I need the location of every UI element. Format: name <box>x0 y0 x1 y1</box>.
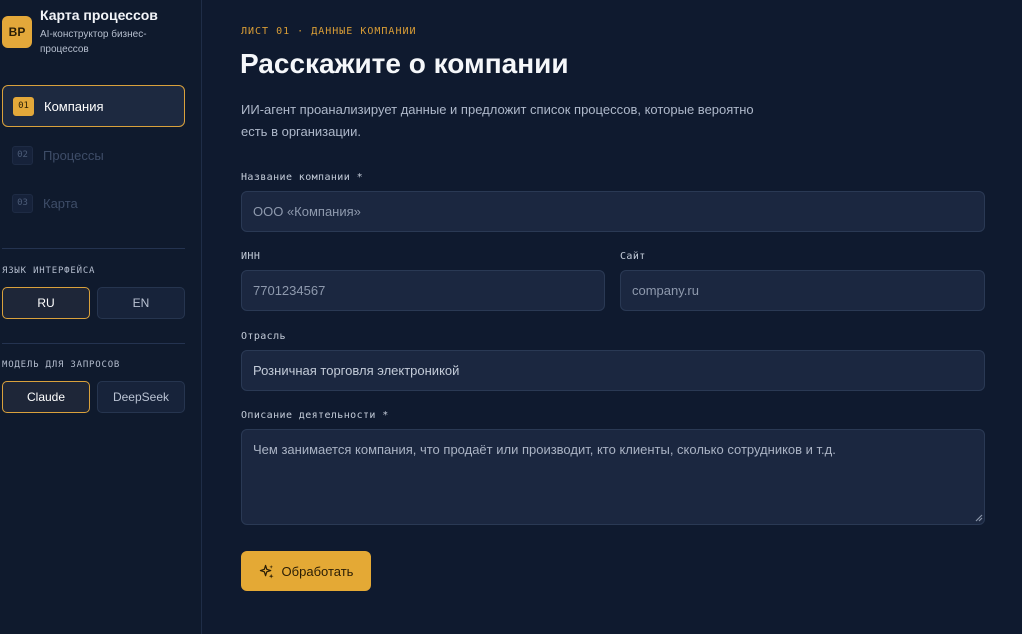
nav-item-label: Карта <box>43 195 78 211</box>
nav-item-company[interactable]: 01 Компания <box>2 85 185 127</box>
nav-item-label: Процессы <box>43 147 104 163</box>
nav-item-map[interactable]: 03 Карта <box>2 182 185 224</box>
industry-label: Отрасль <box>241 331 286 342</box>
company-name-input[interactable] <box>241 191 985 232</box>
description-textarea[interactable] <box>241 429 985 525</box>
page-description: ИИ-агент проанализирует данные и предлож… <box>241 102 754 139</box>
nav-item-processes[interactable]: 02 Процессы <box>2 134 185 176</box>
nav-step-number: 03 <box>12 193 33 213</box>
site-label: Сайт <box>620 251 646 262</box>
brand-subtitle: AI-конструктор бизнес-процессов <box>40 29 147 55</box>
industry-input[interactable] <box>241 350 985 391</box>
sparkle-icon <box>259 564 274 579</box>
model-claude-button[interactable]: Claude <box>2 381 90 413</box>
language-section-label: ЯЗЫК ИНТЕРФЕЙСА <box>2 266 96 276</box>
nav-step-number: 01 <box>13 96 34 116</box>
main-content: ЛИСТ 01 · ДАННЫЕ КОМПАНИИ Расскажите о к… <box>202 0 1022 634</box>
page-title: Расскажите о компании <box>240 48 569 79</box>
brand-title: Карта процессов <box>40 7 158 23</box>
nav-step-number: 02 <box>12 145 33 165</box>
brand-logo: BP <box>2 16 32 48</box>
inn-input[interactable] <box>241 270 605 311</box>
brand: BP Карта процессов AI-конструктор бизнес… <box>2 6 198 62</box>
sidebar: BP Карта процессов AI-конструктор бизнес… <box>0 0 202 634</box>
inn-label: ИНН <box>241 251 261 262</box>
company-name-label: Название компании * <box>241 172 363 183</box>
sidebar-divider <box>2 248 185 249</box>
language-ru-button[interactable]: RU <box>2 287 90 319</box>
model-section-label: МОДЕЛЬ ДЛЯ ЗАПРОСОВ <box>2 360 121 370</box>
process-button-label: Обработать <box>281 563 354 579</box>
language-en-button[interactable]: EN <box>97 287 185 319</box>
nav-item-label: Компания <box>44 98 104 114</box>
model-deepseek-button[interactable]: DeepSeek <box>97 381 185 413</box>
process-button[interactable]: Обработать <box>241 551 371 591</box>
resize-handle-icon[interactable] <box>973 512 983 522</box>
description-label: Описание деятельности * <box>241 410 389 421</box>
sheet-eyebrow: ЛИСТ 01 · ДАННЫЕ КОМПАНИИ <box>241 26 417 37</box>
sidebar-divider <box>2 343 185 344</box>
site-input[interactable] <box>620 270 985 311</box>
